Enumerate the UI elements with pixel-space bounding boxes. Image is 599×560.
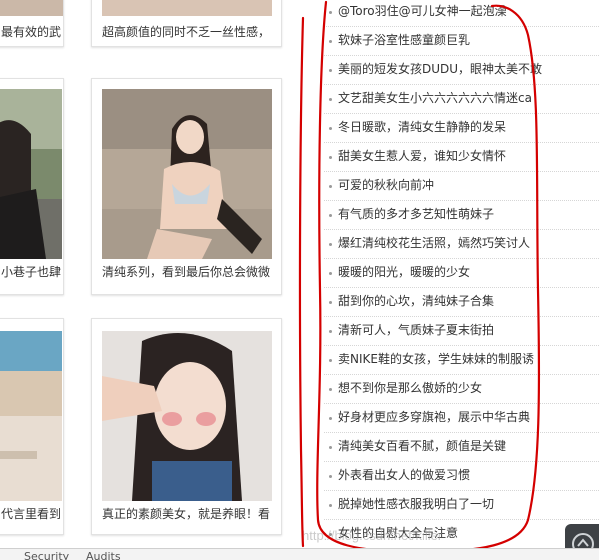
list-item[interactable]: 文艺甜美女生小六六六六六六情迷ca	[324, 85, 599, 114]
bullet-icon	[329, 301, 332, 304]
list-item-title[interactable]: 暖暖的阳光，暖暖的少女	[338, 264, 470, 280]
gallery-card[interactable]: 最有效的武	[0, 0, 64, 47]
page-root: 最有效的武 小巷子也肆 代言里看到 超高颜值的同时不乏一丝性感， 清纯系列，看到…	[0, 0, 599, 560]
bullet-icon	[329, 388, 332, 391]
list-item-title[interactable]: 好身材更应多穿旗袍，展示中华古典	[338, 409, 530, 425]
gallery-card[interactable]: 清纯系列，看到最后你总会微微	[91, 78, 282, 295]
card-photo[interactable]	[102, 0, 272, 16]
list-item[interactable]: @Toro羽住@可儿女神一起泡澡	[324, 0, 599, 27]
list-item[interactable]: 可爱的秋秋向前冲	[324, 172, 599, 201]
card-caption[interactable]: 真正的素颜美女，就是养眼！看	[102, 507, 270, 521]
card-photo[interactable]	[0, 331, 62, 501]
list-item-title[interactable]: 美丽的短发女孩DUDU，眼神太美不敢	[338, 61, 542, 77]
list-item-title[interactable]: 甜美女生惹人爱，谁知少女情怀	[338, 148, 506, 164]
list-item[interactable]: 想不到你是那么傲娇的少女	[324, 375, 599, 404]
card-photo[interactable]	[0, 0, 63, 16]
bullet-icon	[329, 330, 332, 333]
bullet-icon	[329, 40, 332, 43]
list-item-title[interactable]: 清纯美女百看不腻，颜值是关键	[338, 438, 506, 454]
gallery-card[interactable]: 超高颜值的同时不乏一丝性感，	[91, 0, 282, 47]
list-item-title[interactable]: 想不到你是那么傲娇的少女	[338, 380, 482, 396]
bullet-icon	[329, 243, 332, 246]
bullet-icon	[329, 446, 332, 449]
list-item[interactable]: 脱掉她性感衣服我明白了一切	[324, 491, 599, 520]
bullet-icon	[329, 504, 332, 507]
card-photo[interactable]	[102, 89, 272, 259]
bullet-icon	[329, 11, 332, 14]
list-item-title[interactable]: 外表看出女人的做爱习惯	[338, 467, 470, 483]
article-list: @Toro羽住@可儿女神一起泡澡 软妹子浴室性感童颜巨乳 美丽的短发女孩DUDU…	[324, 0, 599, 549]
list-item-title[interactable]: 卖NIKE鞋的女孩，学生妹妹的制服诱	[338, 351, 534, 367]
bullet-icon	[329, 272, 332, 275]
watermark: http://blog.csdn.net/killer	[302, 528, 443, 543]
bullet-icon	[329, 359, 332, 362]
bullet-icon	[329, 156, 332, 159]
list-item[interactable]: 外表看出女人的做爱习惯	[324, 462, 599, 491]
list-item-title[interactable]: 甜到你的心坎，清纯妹子合集	[338, 293, 494, 309]
list-item[interactable]: 暖暖的阳光，暖暖的少女	[324, 259, 599, 288]
list-item[interactable]: 甜美女生惹人爱，谁知少女情怀	[324, 143, 599, 172]
list-item-title[interactable]: 软妹子浴室性感童颜巨乳	[338, 32, 470, 48]
bullet-icon	[329, 127, 332, 130]
list-item-title[interactable]: 清新可人，气质妹子夏末街拍	[338, 322, 494, 338]
gallery-card[interactable]: 小巷子也肆	[0, 78, 64, 295]
card-caption[interactable]: 超高颜值的同时不乏一丝性感，	[102, 25, 270, 39]
bullet-icon	[329, 475, 332, 478]
bullet-icon	[329, 69, 332, 72]
tab-audits[interactable]: Audits	[86, 551, 121, 560]
bullet-icon	[329, 417, 332, 420]
devtools-tab-bar: Security Audits	[0, 548, 599, 560]
card-photo[interactable]	[102, 331, 272, 501]
card-photo[interactable]	[0, 89, 62, 259]
gallery-card[interactable]: 代言里看到	[0, 318, 64, 535]
card-caption[interactable]: 最有效的武	[1, 25, 61, 39]
list-item-title[interactable]: 脱掉她性感衣服我明白了一切	[338, 496, 494, 512]
list-item[interactable]: 甜到你的心坎，清纯妹子合集	[324, 288, 599, 317]
list-item-title[interactable]: 爆红清纯校花生活照，嫣然巧笑讨人	[338, 235, 530, 251]
list-item[interactable]: 有气质的多才多艺知性萌妹子	[324, 201, 599, 230]
card-caption[interactable]: 清纯系列，看到最后你总会微微	[102, 265, 270, 279]
list-item[interactable]: 冬日暖歌，清纯女生静静的发呆	[324, 114, 599, 143]
list-item[interactable]: 软妹子浴室性感童颜巨乳	[324, 27, 599, 56]
list-item[interactable]: 清新可人，气质妹子夏末街拍	[324, 317, 599, 346]
list-item[interactable]: 爆红清纯校花生活照，嫣然巧笑讨人	[324, 230, 599, 259]
list-item-title[interactable]: 可爱的秋秋向前冲	[338, 177, 434, 193]
list-item-title[interactable]: @Toro羽住@可儿女神一起泡澡	[338, 3, 507, 19]
card-caption[interactable]: 小巷子也肆	[1, 265, 61, 279]
bullet-icon	[329, 214, 332, 217]
bullet-icon	[329, 185, 332, 188]
tab-security[interactable]: Security	[24, 551, 69, 560]
list-item[interactable]: 清纯美女百看不腻，颜值是关键	[324, 433, 599, 462]
list-item-title[interactable]: 文艺甜美女生小六六六六六六情迷ca	[338, 90, 532, 106]
card-caption[interactable]: 代言里看到	[1, 507, 61, 521]
bullet-icon	[329, 98, 332, 101]
list-item-title[interactable]: 有气质的多才多艺知性萌妹子	[338, 206, 494, 222]
gallery-card[interactable]: 真正的素颜美女，就是养眼！看	[91, 318, 282, 535]
list-item[interactable]: 美丽的短发女孩DUDU，眼神太美不敢	[324, 56, 599, 85]
list-item[interactable]: 好身材更应多穿旗袍，展示中华古典	[324, 404, 599, 433]
list-item-title[interactable]: 冬日暖歌，清纯女生静静的发呆	[338, 119, 506, 135]
list-item[interactable]: 卖NIKE鞋的女孩，学生妹妹的制服诱	[324, 346, 599, 375]
